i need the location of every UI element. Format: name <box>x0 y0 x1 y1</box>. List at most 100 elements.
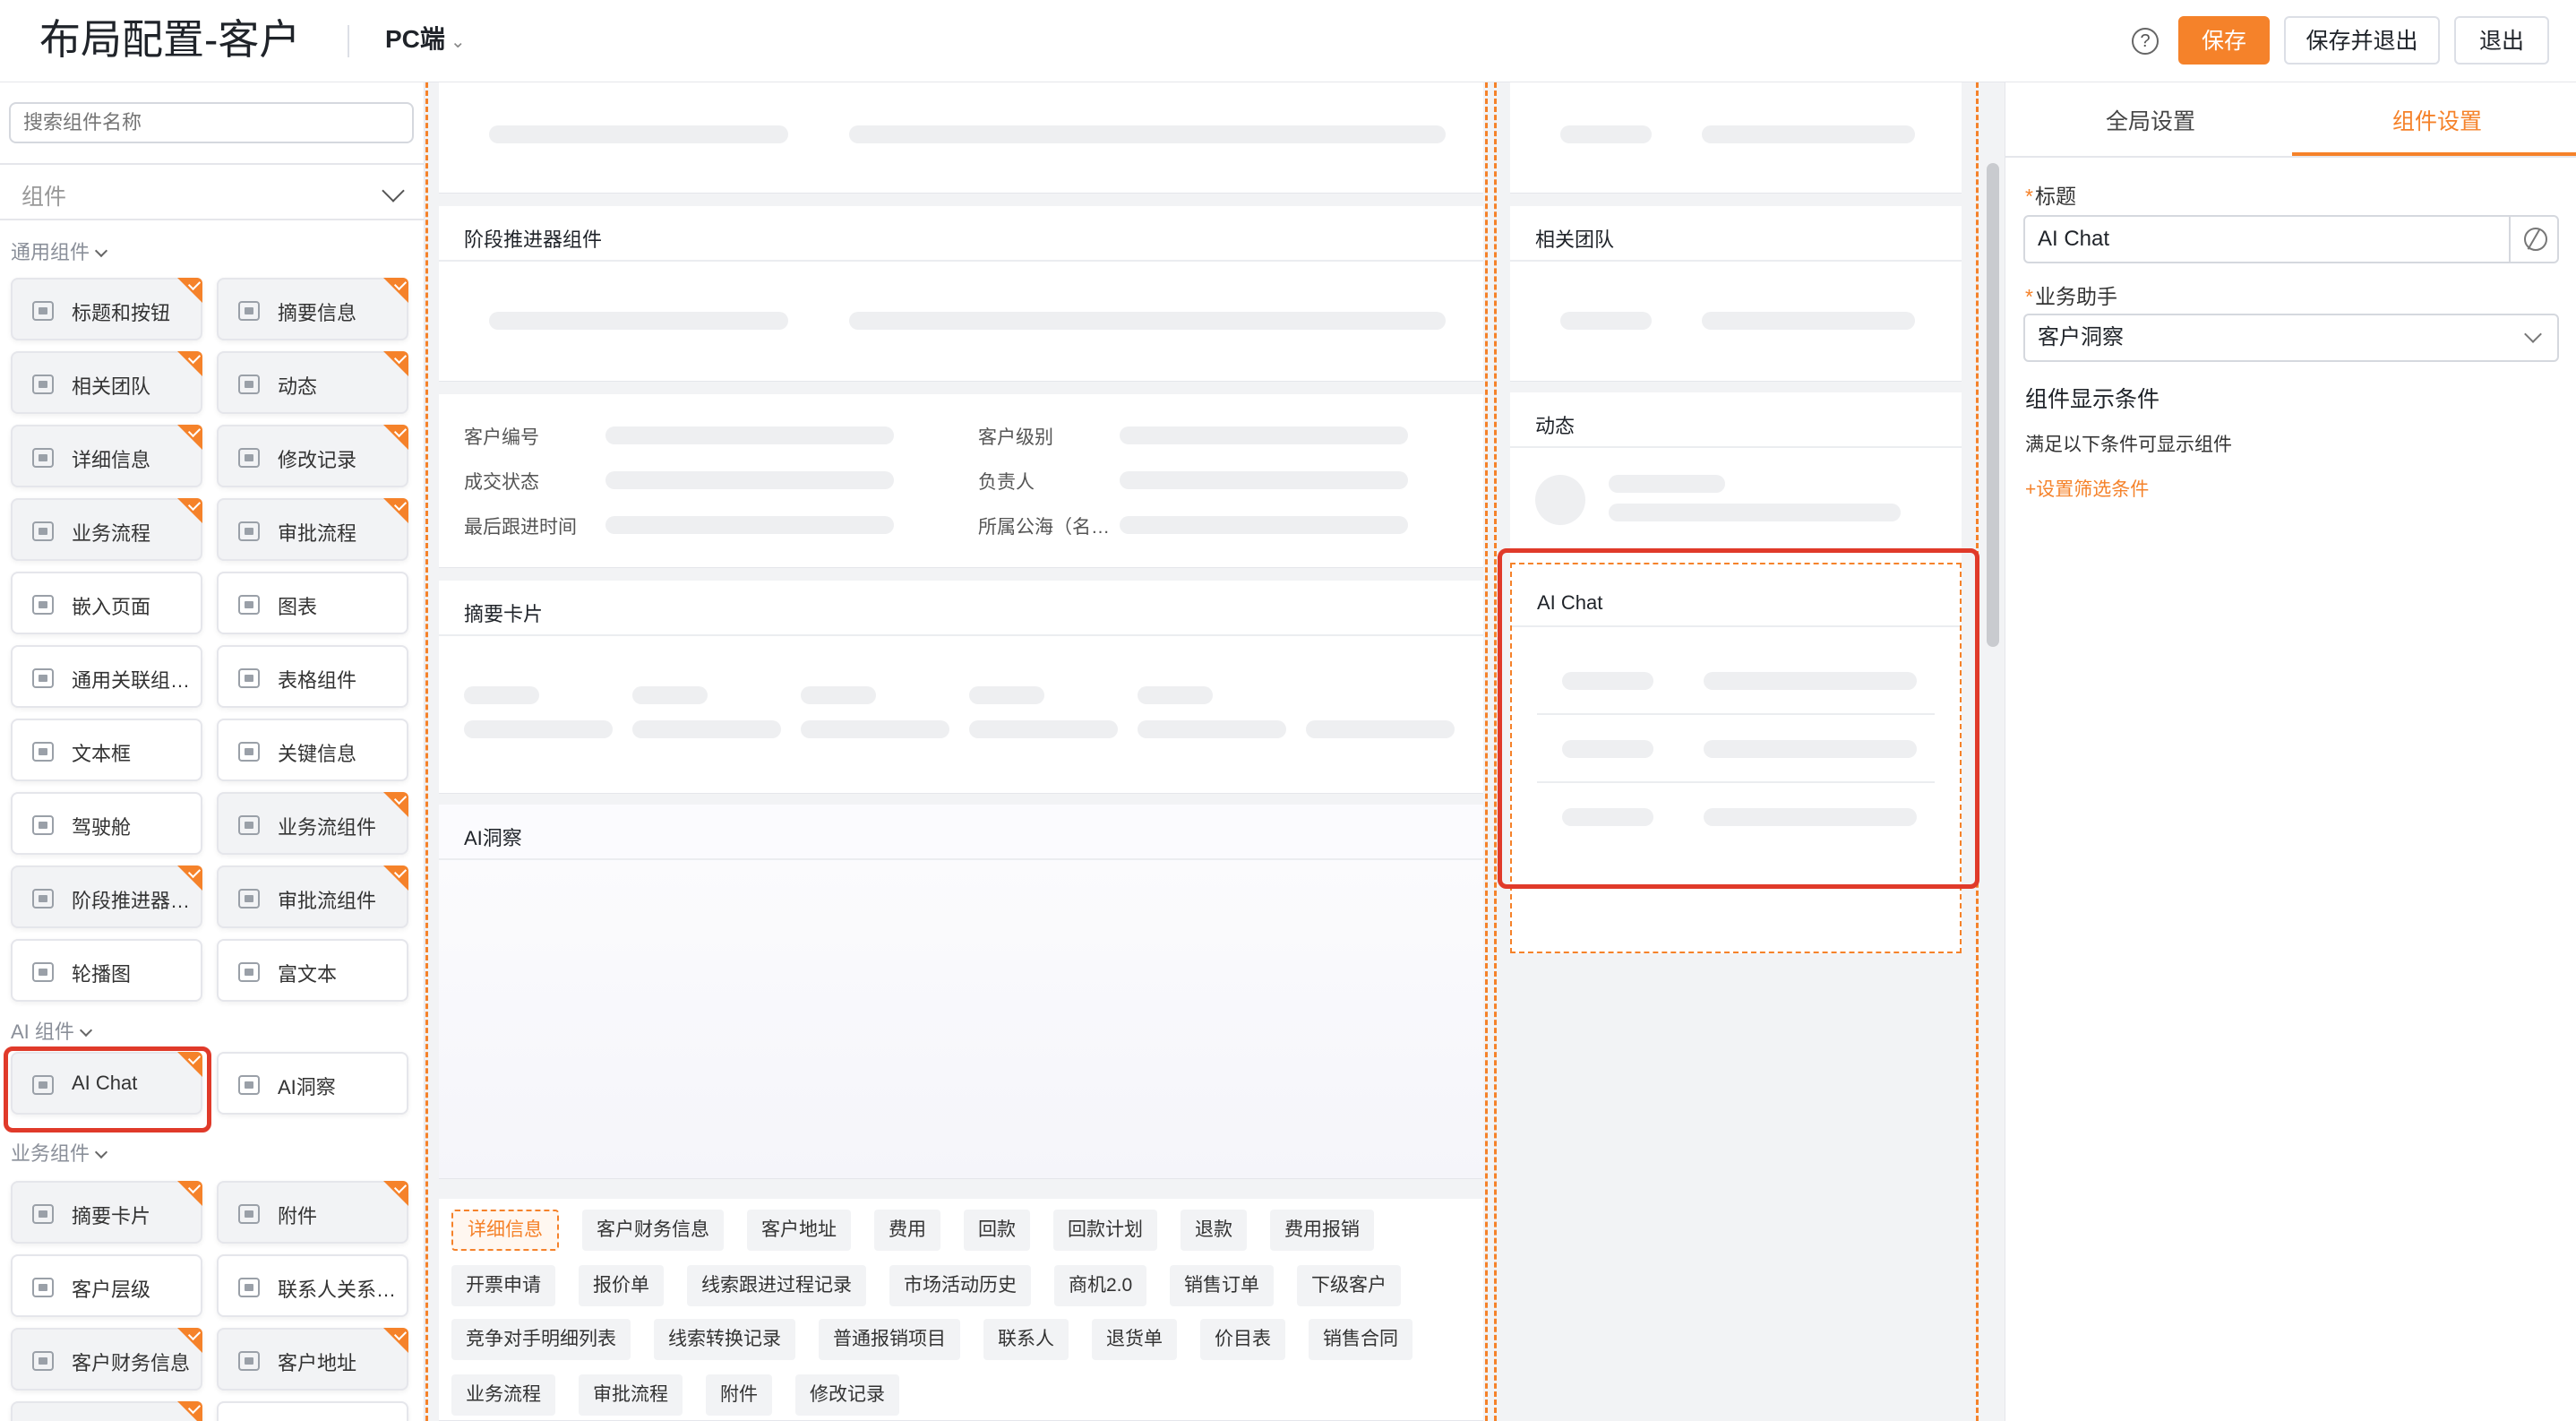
component-icon <box>32 521 54 541</box>
help-icon[interactable]: ? <box>2132 28 2159 55</box>
related-tab[interactable]: 线索转换记录 <box>654 1319 795 1360</box>
component-chip[interactable]: AI洞察 <box>217 1052 408 1115</box>
component-chip[interactable]: 业务流程 <box>11 498 202 561</box>
canvas-scrollbar[interactable] <box>1987 163 1999 647</box>
component-icon <box>238 1075 260 1095</box>
component-chip-label: 联系人关系… <box>278 1279 397 1301</box>
related-tab[interactable]: 市场活动历史 <box>889 1265 1031 1306</box>
component-chip[interactable]: 轮播图 <box>11 939 202 1002</box>
related-tab[interactable]: 附件 <box>706 1374 772 1416</box>
component-chip[interactable]: 审批流程 <box>217 498 408 561</box>
component-chip[interactable]: 客户财务信息 <box>11 1328 202 1391</box>
related-tab[interactable]: 客户地址 <box>747 1210 851 1251</box>
component-chip[interactable]: 客户层级 <box>11 1254 202 1317</box>
highlight-ai-chat-card <box>1498 548 1979 889</box>
related-tab[interactable]: 客户财务信息 <box>582 1210 724 1251</box>
component-chip[interactable]: 富文本 <box>217 939 408 1002</box>
detail-info-card[interactable]: 客户编号 客户级别 成交状态 负责人 最后跟进时间 所属公海（名… <box>439 394 1483 568</box>
save-button[interactable]: 保存 <box>2178 16 2270 65</box>
related-tab[interactable]: 修改记录 <box>795 1374 899 1416</box>
globe-icon[interactable] <box>2509 217 2557 262</box>
save-exit-button[interactable]: 保存并退出 <box>2284 16 2440 65</box>
tab-global-settings[interactable]: 全局设置 <box>2106 104 2195 136</box>
component-chip[interactable]: 驾驶舱 <box>11 792 202 855</box>
related-tab[interactable]: 联系人 <box>983 1319 1069 1360</box>
component-type-select[interactable]: 组件 <box>0 163 424 220</box>
group-general[interactable]: 通用组件 <box>11 237 108 265</box>
card-title: 相关团队 <box>1535 228 1615 251</box>
stage-card[interactable]: 阶段推进器组件 <box>439 206 1483 382</box>
related-tab[interactable]: 商机2.0 <box>1054 1265 1147 1306</box>
related-tab[interactable]: 销售合同 <box>1309 1319 1413 1360</box>
component-chip[interactable]: 阶段推进器… <box>11 866 202 928</box>
group-business[interactable]: 业务组件 <box>11 1138 108 1167</box>
component-chip[interactable]: 客户地址 <box>217 1328 408 1391</box>
component-chip[interactable]: 图表 <box>217 572 408 634</box>
tab-component-settings[interactable]: 组件设置 <box>2392 104 2482 136</box>
exit-button[interactable]: 退出 <box>2454 16 2549 65</box>
search-input[interactable] <box>9 102 414 143</box>
summary-card[interactable]: 摘要卡片 <box>439 581 1483 794</box>
used-check-icon <box>383 792 408 817</box>
component-chip[interactable]: 表格组件 <box>217 645 408 708</box>
component-chip[interactable]: 嵌入页面 <box>11 572 202 634</box>
related-tab[interactable]: 费用报销 <box>1270 1210 1374 1251</box>
main-column-left-border <box>425 82 428 1421</box>
group-general-label: 通用组件 <box>11 241 90 263</box>
title-input[interactable]: AI Chat <box>2023 215 2559 263</box>
title-input-value: AI Chat <box>2038 227 2110 251</box>
component-chip[interactable]: 关键信息 <box>217 719 408 781</box>
component-chip[interactable]: 摘要卡片 <box>11 1181 202 1244</box>
header-card[interactable] <box>439 82 1483 194</box>
related-tab[interactable]: 详细信息 <box>451 1210 559 1251</box>
component-chip-partial[interactable] <box>11 1401 202 1421</box>
component-chip[interactable]: 业务流组件 <box>217 792 408 855</box>
component-chip-partial[interactable] <box>217 1401 408 1421</box>
platform-selector[interactable]: PC端 ⌄ <box>385 23 466 58</box>
related-tab[interactable]: 开票申请 <box>451 1265 555 1306</box>
component-chip-label: 驾驶舱 <box>72 816 132 839</box>
component-chip[interactable]: 修改记录 <box>217 425 408 487</box>
related-tab[interactable]: 竞争对手明细列表 <box>451 1319 631 1360</box>
component-icon <box>32 889 54 909</box>
component-icon <box>238 1278 260 1297</box>
field-label: 成交状态 <box>464 472 539 493</box>
assistant-select[interactable]: 客户洞察 <box>2023 314 2559 362</box>
component-chip[interactable]: 联系人关系… <box>217 1254 408 1317</box>
used-check-icon <box>177 1328 202 1353</box>
chevron-down-icon <box>2524 325 2542 343</box>
related-tab[interactable]: 下级客户 <box>1297 1265 1401 1306</box>
component-icon <box>32 448 54 468</box>
ai-insight-card[interactable]: AI洞察 <box>439 805 1483 1179</box>
used-check-icon <box>383 425 408 450</box>
used-corner-icon <box>177 1401 202 1421</box>
component-chip[interactable]: 摘要信息 <box>217 278 408 340</box>
platform-label: PC端 <box>385 25 445 53</box>
related-tab[interactable]: 回款 <box>964 1210 1030 1251</box>
related-tab[interactable]: 费用 <box>874 1210 940 1251</box>
group-ai[interactable]: AI 组件 <box>11 1016 92 1045</box>
related-tab[interactable]: 退货单 <box>1092 1319 1177 1360</box>
related-tab[interactable]: 线索跟进过程记录 <box>687 1265 866 1306</box>
component-chip[interactable]: 附件 <box>217 1181 408 1244</box>
related-tab[interactable]: 报价单 <box>579 1265 664 1306</box>
related-tab[interactable]: 审批流程 <box>579 1374 683 1416</box>
component-chip[interactable]: 通用关联组… <box>11 645 202 708</box>
related-tab[interactable]: 销售订单 <box>1170 1265 1274 1306</box>
component-chip[interactable]: 标题和按钮 <box>11 278 202 340</box>
side-summary-card[interactable] <box>1510 82 1962 194</box>
related-tab[interactable]: 回款计划 <box>1053 1210 1157 1251</box>
related-tab[interactable]: 业务流程 <box>451 1374 555 1416</box>
related-tab[interactable]: 价目表 <box>1200 1319 1285 1360</box>
component-icon <box>238 301 260 321</box>
add-filter-link[interactable]: +设置筛选条件 <box>2025 475 2149 502</box>
component-chip[interactable]: 详细信息 <box>11 425 202 487</box>
side-team-card[interactable]: 相关团队 <box>1510 206 1962 382</box>
component-chip[interactable]: 审批流组件 <box>217 866 408 928</box>
related-tab[interactable]: 退款 <box>1181 1210 1247 1251</box>
component-chip[interactable]: 相关团队 <box>11 351 202 414</box>
component-chip[interactable]: 动态 <box>217 351 408 414</box>
related-tabs-card[interactable]: 详细信息 客户财务信息 客户地址 费用 回款 回款计划 退款 费用报销开票申请 报价单 线索跟进过… <box>439 1199 1483 1421</box>
component-chip[interactable]: 文本框 <box>11 719 202 781</box>
related-tab[interactable]: 普通报销项目 <box>819 1319 960 1360</box>
